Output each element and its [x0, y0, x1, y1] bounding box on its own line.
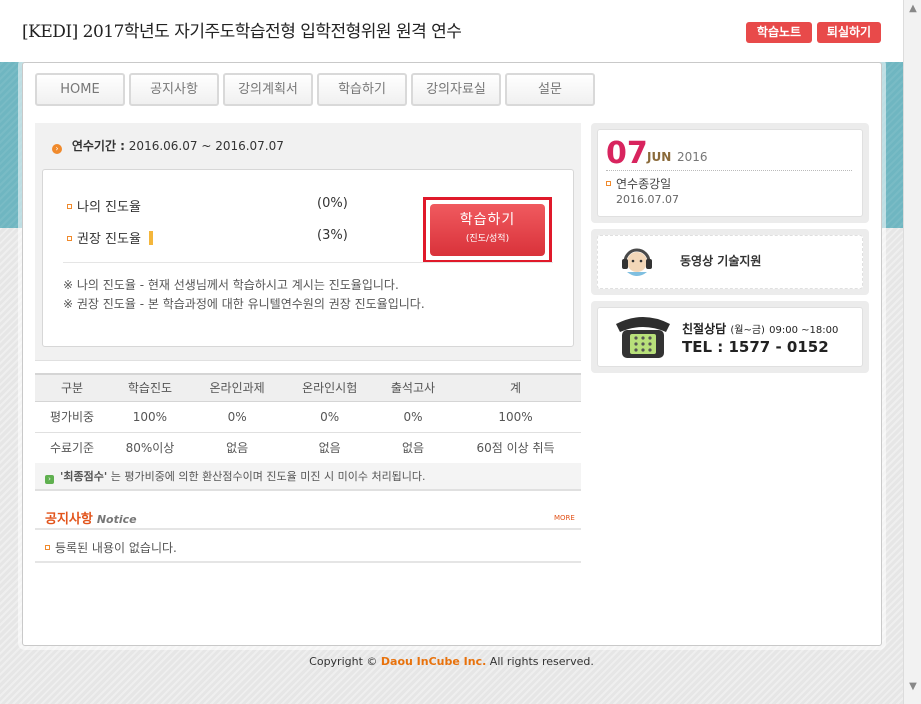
video-support-label: 동영상 기술지원: [680, 254, 762, 268]
my-progress-value: (0%): [317, 196, 348, 211]
table-cell: 평가비중: [35, 401, 110, 433]
tab-survey[interactable]: 설문: [505, 73, 595, 106]
consult-hours: 친절상담 (월~금) 09:00 ~18:00: [682, 322, 839, 336]
phone-support-card: 친절상담 (월~금) 09:00 ~18:00 TEL : 1577 - 015…: [591, 301, 869, 373]
table-cell: 100%: [109, 401, 191, 433]
scroll-up-icon[interactable]: ▲: [904, 0, 921, 18]
tab-study[interactable]: 학습하기: [317, 73, 407, 106]
grade-table: 구분 학습진도 온라인과제 온라인시험 출석고사 계 평가비중 100% 0% …: [35, 373, 581, 464]
divider: [35, 528, 581, 530]
tab-materials[interactable]: 강의자료실: [411, 73, 501, 106]
notice-more-link[interactable]: MORE: [554, 514, 575, 522]
my-progress-label: 나의 진도율: [67, 196, 141, 215]
progress-section: › 연수기간 : 2016.06.07 ~ 2016.07.07 나의 진도율 …: [35, 123, 581, 361]
study-note-button[interactable]: 학습노트: [746, 22, 812, 43]
table-cell: 100%: [450, 401, 581, 433]
divider: [63, 262, 553, 263]
column-header: 구분: [35, 373, 110, 402]
vertical-scrollbar[interactable]: ▲ ▼: [903, 0, 921, 704]
notice-title: 공지사항: [45, 512, 93, 527]
study-button-sublabel: (진도/성적): [465, 234, 510, 244]
table-cell: 없음: [375, 432, 451, 464]
company-name: Daou InCube Inc.: [380, 655, 487, 668]
video-support-card[interactable]: 동영상 기술지원: [591, 229, 869, 295]
table-header-row: 구분 학습진도 온라인과제 온라인시험 출석고사 계: [35, 373, 581, 402]
study-button-highlight: 학습하기 (진도/성적): [423, 197, 552, 263]
notice-title-en: Notice: [96, 513, 137, 526]
copyright-prefix: Copyright ©: [309, 655, 378, 668]
recommended-progress-bar: [148, 231, 153, 245]
table-cell: 80%이상: [109, 432, 191, 464]
training-period-label: 연수기간 :: [71, 139, 125, 153]
bullet-icon: [67, 204, 72, 209]
table-cell: 0%: [375, 401, 451, 433]
video-support-card-inner: 동영상 기술지원: [597, 235, 863, 289]
final-score-note: › '최종점수' 는 평가비중에 의한 환산점수이며 진도율 미진 시 미이수 처…: [35, 463, 581, 491]
arrow-circle-icon: ›: [52, 144, 62, 154]
notice-empty-item: 등록된 내용이 없습니다.: [45, 539, 177, 556]
end-date-label: 연수종강일: [606, 175, 671, 192]
tab-home[interactable]: HOME: [35, 73, 125, 106]
bullet-icon: [67, 236, 72, 241]
end-date-card-inner: 07 JUN 2016 연수종강일 2016.07.07: [597, 129, 863, 217]
divider: [606, 170, 852, 171]
start-study-button[interactable]: 학습하기 (진도/성적): [430, 204, 545, 256]
copyright-suffix: All rights reserved.: [489, 655, 594, 668]
end-date-year: 2016: [677, 150, 708, 164]
table-row: 수료기준 80%이상 없음 없음 없음 60점 이상 취득: [35, 432, 581, 464]
scroll-down-icon[interactable]: ▼: [904, 678, 921, 696]
study-button-label: 학습하기: [459, 212, 516, 228]
end-date-month: JUN: [647, 150, 672, 164]
table-cell: 0%: [283, 401, 376, 433]
column-header: 출석고사: [375, 373, 451, 402]
final-score-text: 는 평가비중에 의한 환산점수이며 진도율 미진 시 미이수 처리됩니다.: [107, 470, 426, 483]
telephone-icon: [616, 317, 670, 358]
my-progress-note: ※ 나의 진도율 - 현재 선생님께서 학습하시고 계시는 진도율입니다.: [63, 278, 399, 292]
page-title: [KEDI] 2017학년도 자기주도학습전형 입학전형위원 원격 연수: [22, 22, 462, 42]
arrow-square-icon: ›: [45, 475, 54, 484]
logout-button[interactable]: 퇴실하기: [817, 22, 881, 43]
column-header: 계: [450, 373, 581, 402]
training-period: › 연수기간 : 2016.06.07 ~ 2016.07.07: [52, 137, 284, 154]
tab-notice[interactable]: 공지사항: [129, 73, 219, 106]
column-header: 온라인과제: [190, 373, 284, 402]
end-date-card: 07 JUN 2016 연수종강일 2016.07.07: [591, 123, 869, 223]
column-header: 온라인시험: [283, 373, 376, 402]
end-date-value: 2016.07.07: [616, 193, 679, 206]
progress-box: 나의 진도율 (0%) 권장 진도율 (3%) 학습하기 (진도/성적) ※ 나…: [42, 169, 574, 347]
footer: Copyright © Daou InCube Inc. All rights …: [0, 655, 903, 668]
end-date-day: 07: [606, 136, 648, 171]
recommended-progress-value: (3%): [317, 228, 348, 243]
column-header: 학습진도: [109, 373, 191, 402]
divider: [35, 561, 581, 563]
phone-number: TEL : 1577 - 0152: [682, 338, 829, 356]
table-cell: 수료기준: [35, 432, 110, 464]
table-cell: 60점 이상 취득: [450, 432, 581, 464]
bullet-icon: [45, 545, 50, 550]
headset-icon: [622, 248, 652, 276]
notice-heading: 공지사항 Notice: [45, 508, 137, 527]
tab-syllabus[interactable]: 강의계획서: [223, 73, 313, 106]
table-cell: 없음: [283, 432, 376, 464]
table-row: 평가비중 100% 0% 0% 0% 100%: [35, 401, 581, 433]
table-cell: 0%: [190, 401, 284, 433]
training-period-value: 2016.06.07 ~ 2016.07.07: [128, 139, 284, 153]
bullet-icon: [606, 181, 611, 186]
recommended-progress-label: 권장 진도율: [67, 228, 153, 247]
phone-support-card-inner: 친절상담 (월~금) 09:00 ~18:00 TEL : 1577 - 015…: [597, 307, 863, 367]
main-panel: HOME 공지사항 강의계획서 학습하기 강의자료실 설문 › 연수기간 : 2…: [22, 62, 882, 646]
table-cell: 없음: [190, 432, 284, 464]
final-score-term: '최종점수': [60, 470, 108, 483]
recommended-progress-note: ※ 권장 진도율 - 본 학습과정에 대한 유니텔연수원의 권장 진도율입니다.: [63, 297, 425, 311]
